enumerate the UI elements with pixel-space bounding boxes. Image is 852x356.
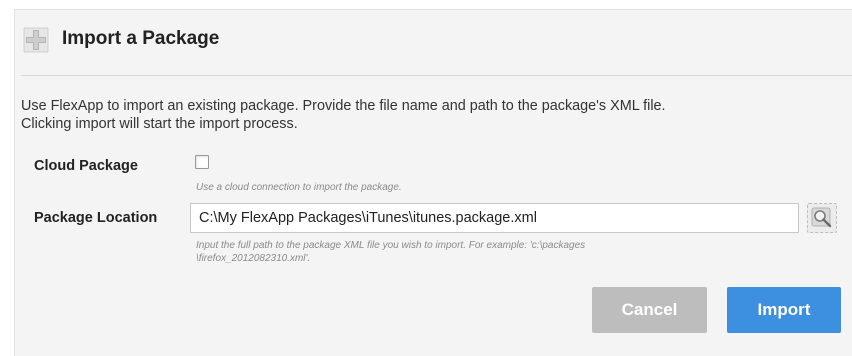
dialog-title: Import a Package xyxy=(62,28,220,49)
description-line-1: Use FlexApp to import an existing packag… xyxy=(21,98,666,114)
description-line-2: Clicking import will start the import pr… xyxy=(21,116,298,132)
package-plus-icon xyxy=(23,27,49,53)
package-location-hint-line-1: Input the full path to the package XML f… xyxy=(196,240,586,251)
header-divider xyxy=(21,75,852,76)
dialog-description: Use FlexApp to import an existing packag… xyxy=(21,97,851,133)
package-location-hint-line-2: \firefox_2012082310.xml'. xyxy=(196,253,311,264)
cloud-package-hint: Use a cloud connection to import the pac… xyxy=(196,182,402,193)
package-location-input[interactable] xyxy=(190,203,799,233)
import-button[interactable]: Import xyxy=(727,287,841,333)
cloud-package-label: Cloud Package xyxy=(34,158,138,174)
cancel-button[interactable]: Cancel xyxy=(592,287,707,333)
browse-button[interactable] xyxy=(807,203,837,233)
browse-search-icon xyxy=(811,207,832,228)
package-location-hint: Input the full path to the package XML f… xyxy=(196,239,796,265)
package-location-label: Package Location xyxy=(34,210,158,226)
cloud-package-checkbox[interactable] xyxy=(195,155,209,169)
